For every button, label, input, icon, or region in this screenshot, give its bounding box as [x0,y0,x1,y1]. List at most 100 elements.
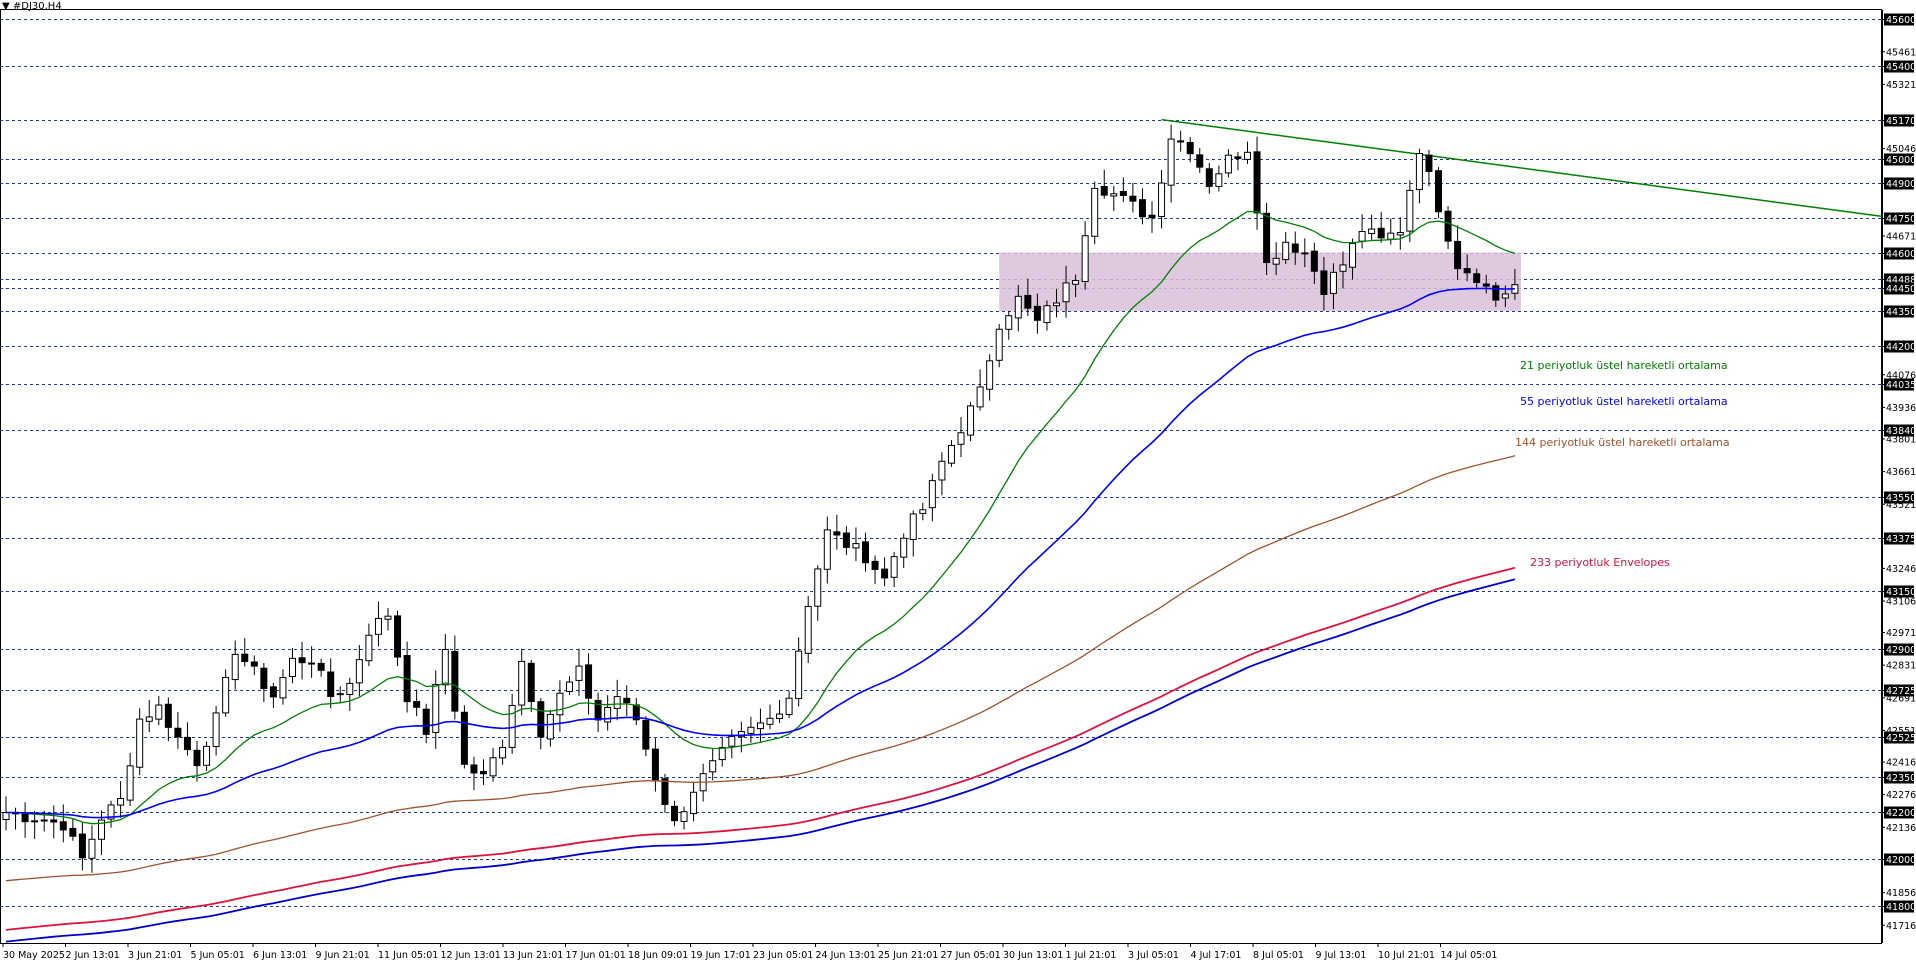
candle[interactable] [413,701,421,708]
candle[interactable] [1473,273,1481,283]
candle[interactable] [785,697,793,716]
candle[interactable] [938,460,946,481]
candle[interactable] [1482,283,1490,287]
candle[interactable] [814,568,822,607]
candle[interactable] [212,712,220,747]
candle[interactable] [766,717,774,725]
candle[interactable] [823,529,831,570]
candle[interactable] [1186,142,1194,155]
candle[interactable] [881,568,889,579]
candle[interactable] [1053,302,1060,307]
candles-layer[interactable] [2,124,1519,873]
candle[interactable] [756,722,764,730]
candle[interactable] [947,444,955,464]
candle[interactable] [651,748,659,782]
candle[interactable] [441,649,449,686]
candle[interactable] [1501,293,1509,299]
candle[interactable] [164,703,172,728]
candle[interactable] [967,405,975,436]
candle[interactable] [890,556,898,578]
candle[interactable] [1196,154,1204,168]
candle[interactable] [1033,305,1041,321]
candlestick-chart[interactable]: 4560045400451704500044900447504460044488… [0,0,1916,963]
candle[interactable] [1444,210,1452,242]
candle[interactable] [575,665,583,681]
candle[interactable] [480,770,487,775]
candle[interactable] [1387,232,1395,240]
candle[interactable] [31,820,39,823]
candle[interactable] [957,432,965,445]
candle[interactable] [145,716,153,722]
candle[interactable] [518,660,526,706]
candle[interactable] [1091,187,1099,237]
candle[interactable] [2,812,10,821]
candle[interactable] [795,650,803,699]
candle[interactable] [1119,190,1127,196]
candle[interactable] [594,699,602,721]
candle[interactable] [1320,270,1328,295]
candle[interactable] [317,662,325,671]
candle[interactable] [909,513,917,540]
candle[interactable] [995,328,1003,361]
candle[interactable] [842,532,850,548]
candle[interactable] [422,708,430,735]
candle[interactable] [1492,285,1500,301]
candle[interactable] [623,697,631,704]
candle[interactable] [604,706,612,723]
candle[interactable] [1415,153,1423,191]
candle[interactable] [833,531,841,536]
candle[interactable] [1110,193,1118,197]
candle[interactable] [355,659,363,684]
candle[interactable] [546,713,554,740]
candle[interactable] [1272,257,1280,265]
candle[interactable] [900,537,908,558]
candle[interactable] [269,686,277,698]
candle[interactable] [747,726,755,734]
candle[interactable] [1310,250,1318,272]
candle[interactable] [59,821,67,831]
candle[interactable] [1435,170,1442,213]
candle[interactable] [728,735,736,747]
candle[interactable] [1463,268,1471,274]
candle[interactable] [117,798,125,806]
candle[interactable] [1396,232,1404,236]
candle[interactable] [718,747,726,761]
candle[interactable] [613,696,621,709]
candle[interactable] [852,543,860,549]
candle[interactable] [222,677,230,714]
candle[interactable] [40,819,48,822]
candle[interactable] [1454,240,1462,270]
candle[interactable] [1263,212,1271,264]
candle[interactable] [231,653,239,681]
candle[interactable] [489,757,497,777]
candle[interactable] [78,833,86,859]
candle[interactable] [384,615,392,620]
candle[interactable] [460,711,468,765]
candle[interactable] [1329,271,1337,294]
candle[interactable] [50,819,58,823]
candle[interactable] [1425,154,1433,172]
candle[interactable] [260,667,268,689]
candle[interactable] [661,778,669,805]
candle[interactable] [1215,173,1223,187]
candle[interactable] [1205,168,1213,187]
candle[interactable] [1368,228,1376,235]
candle[interactable] [565,681,573,692]
candle[interactable] [1043,305,1051,324]
candle[interactable] [289,657,296,677]
candle[interactable] [250,661,258,667]
candle[interactable] [1072,280,1080,285]
candle[interactable] [174,727,182,738]
descending-trendline[interactable] [1161,118,1883,218]
candle[interactable] [1406,189,1414,232]
candle[interactable] [1234,156,1242,160]
candle[interactable] [871,560,879,570]
candle[interactable] [1291,243,1299,253]
candle[interactable] [336,693,344,696]
candle[interactable] [1167,138,1175,186]
candle[interactable] [556,692,564,716]
candle[interactable] [365,634,373,662]
candle[interactable] [499,746,507,759]
candle[interactable] [928,480,936,509]
candle[interactable] [374,617,382,635]
